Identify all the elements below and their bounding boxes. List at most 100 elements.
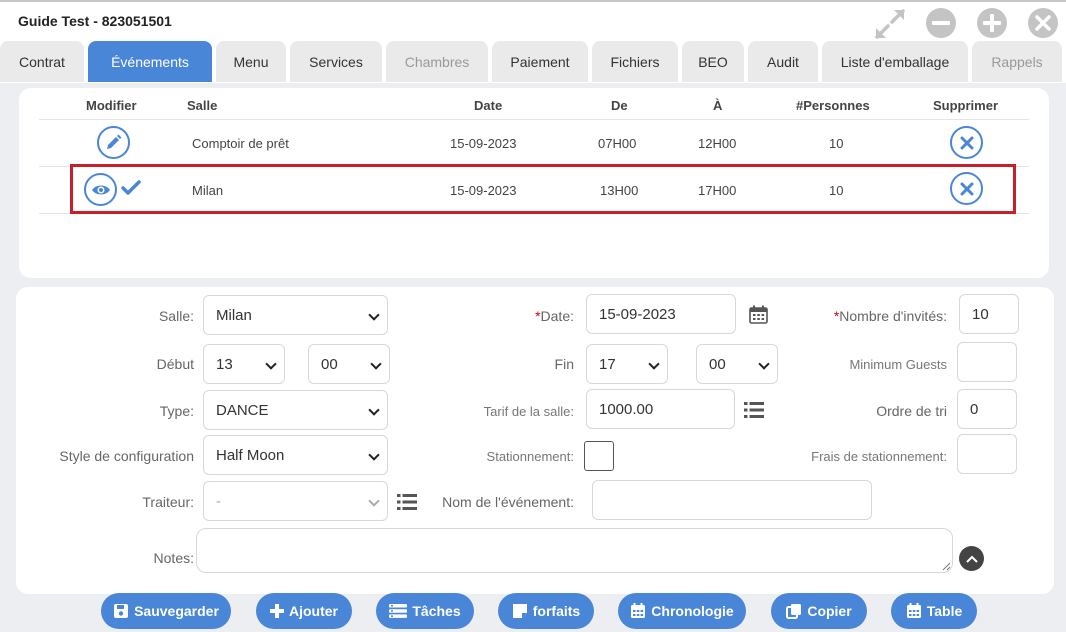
frais-stationnement-label: Frais de stationnement: bbox=[811, 449, 947, 464]
view-event-button[interactable] bbox=[84, 173, 117, 206]
resize-handle-icon[interactable] bbox=[941, 561, 951, 571]
ordre-tri-label: Ordre de tri bbox=[876, 403, 947, 419]
table-button-label: Table bbox=[926, 603, 963, 619]
ajouter-button-label: Ajouter bbox=[289, 603, 338, 619]
checkmark-icon bbox=[121, 180, 141, 195]
cell-salle: Comptoir de prêt bbox=[192, 136, 289, 151]
close-icon bbox=[960, 182, 973, 195]
cell-de: 13H00 bbox=[600, 183, 639, 198]
window-title: Guide Test - 823051501 bbox=[18, 13, 172, 29]
traiteur-select[interactable]: - bbox=[203, 481, 388, 521]
salle-select[interactable]: Milan bbox=[203, 295, 388, 335]
minimum-guests-input[interactable] bbox=[957, 342, 1017, 382]
close-button[interactable] bbox=[1028, 8, 1058, 38]
copier-button-label: Copier bbox=[807, 603, 852, 619]
tab-contrat[interactable]: Contrat bbox=[0, 41, 84, 82]
column-header-personnes: #Personnes bbox=[796, 98, 870, 113]
save-icon bbox=[114, 604, 129, 618]
expand-icon[interactable] bbox=[873, 7, 907, 41]
nombre-invites-input[interactable]: 10 bbox=[959, 294, 1019, 334]
plus-icon bbox=[270, 604, 284, 618]
nom-evenement-label: Nom de l'événement: bbox=[442, 494, 574, 510]
notes-label: Notes: bbox=[153, 550, 194, 566]
tab-paiement[interactable]: Paiement bbox=[492, 41, 588, 82]
close-icon bbox=[960, 136, 973, 149]
close-icon bbox=[1035, 15, 1051, 31]
list-icon[interactable] bbox=[744, 401, 764, 419]
plus-icon bbox=[983, 14, 1001, 32]
ajouter-button[interactable]: Ajouter bbox=[256, 593, 352, 629]
stationnement-checkbox[interactable] bbox=[584, 441, 614, 471]
type-select[interactable]: DANCE bbox=[203, 390, 388, 430]
date-input[interactable]: 15-09-2023 bbox=[586, 294, 736, 334]
nom-evenement-input[interactable] bbox=[592, 480, 872, 520]
salle-label: Salle: bbox=[158, 308, 194, 324]
style-configuration-select[interactable]: Half Moon bbox=[203, 435, 388, 475]
column-header-modifier: Modifier bbox=[86, 98, 137, 113]
cell-a: 17H00 bbox=[698, 183, 737, 198]
tab-rappels[interactable]: Rappels bbox=[972, 41, 1062, 82]
fin-hour-select[interactable]: 17 bbox=[586, 344, 668, 384]
eye-icon bbox=[91, 185, 110, 194]
tab-audit[interactable]: Audit bbox=[748, 41, 818, 82]
cell-de: 07H00 bbox=[598, 136, 637, 151]
cell-a: 12H00 bbox=[698, 136, 737, 151]
delete-event-button[interactable] bbox=[950, 172, 983, 205]
debut-minute-select[interactable]: 00 bbox=[308, 344, 390, 384]
nombre-invites-label-text: Nombre d'invités: bbox=[839, 308, 947, 324]
style-configuration-label: Style de configuration bbox=[59, 448, 194, 464]
maximize-button[interactable] bbox=[977, 8, 1007, 38]
chronologie-button[interactable]: Chronologie bbox=[618, 593, 746, 629]
fin-label: Fin bbox=[554, 356, 574, 372]
tab-liste-emballage[interactable]: Liste d'emballage bbox=[822, 41, 968, 82]
taches-button-label: Tâches bbox=[412, 603, 461, 619]
type-label: Type: bbox=[159, 403, 194, 419]
tab-services[interactable]: Services bbox=[290, 41, 382, 82]
scroll-top-button[interactable] bbox=[959, 546, 984, 571]
delete-event-button[interactable] bbox=[950, 126, 983, 159]
window-titlebar: Guide Test - 823051501 bbox=[0, 0, 1066, 40]
tab-fichiers[interactable]: Fichiers bbox=[592, 41, 678, 82]
chevron-up-icon bbox=[965, 555, 978, 563]
tab-beo[interactable]: BEO bbox=[682, 41, 744, 82]
pencil-icon bbox=[107, 134, 122, 149]
minimize-button[interactable] bbox=[926, 8, 956, 38]
column-header-de: De bbox=[611, 98, 628, 113]
frais-stationnement-input[interactable] bbox=[957, 434, 1017, 474]
date-label: *Date: bbox=[490, 308, 574, 324]
tab-chambres[interactable]: Chambres bbox=[386, 41, 488, 82]
fin-minute-select[interactable]: 00 bbox=[696, 344, 778, 384]
minimum-guests-label: Minimum Guests bbox=[849, 357, 947, 372]
tarif-salle-label: Tarif de la salle: bbox=[483, 404, 574, 419]
copier-button[interactable]: Copier bbox=[771, 593, 867, 629]
edit-event-button[interactable] bbox=[97, 126, 130, 159]
ordre-tri-input[interactable]: 0 bbox=[957, 389, 1017, 429]
note-icon bbox=[512, 604, 527, 618]
nombre-invites-label: *Nombre d'invités: bbox=[780, 308, 947, 324]
tasks-icon bbox=[389, 604, 408, 618]
tarif-salle-input[interactable]: 1000.00 bbox=[586, 389, 735, 429]
table-button[interactable]: Table bbox=[891, 593, 977, 629]
column-header-date: Date bbox=[474, 98, 503, 113]
sauvegarder-button[interactable]: Sauvegarder bbox=[101, 593, 231, 629]
cell-date: 15-09-2023 bbox=[450, 183, 517, 198]
tab-evenements[interactable]: Événements bbox=[88, 41, 212, 82]
date-label-text: Date: bbox=[540, 308, 574, 324]
stationnement-label: Stationnement: bbox=[486, 449, 574, 464]
cell-personnes: 10 bbox=[829, 136, 844, 151]
traiteur-label: Traiteur: bbox=[142, 494, 194, 510]
forfaits-button[interactable]: forfaits bbox=[498, 593, 594, 629]
list-icon[interactable] bbox=[397, 493, 417, 511]
taches-button[interactable]: Tâches bbox=[376, 593, 474, 629]
calendar-icon bbox=[631, 603, 646, 618]
tab-menu[interactable]: Menu bbox=[216, 41, 286, 82]
forfaits-button-label: forfaits bbox=[532, 603, 581, 619]
chronologie-button-label: Chronologie bbox=[651, 603, 734, 619]
calendar-icon[interactable] bbox=[749, 305, 768, 324]
sauvegarder-button-label: Sauvegarder bbox=[134, 603, 219, 619]
debut-hour-select[interactable]: 13 bbox=[203, 344, 285, 384]
cell-date: 15-09-2023 bbox=[450, 136, 517, 151]
notes-textarea[interactable] bbox=[196, 528, 953, 573]
column-header-salle: Salle bbox=[187, 98, 218, 113]
copy-icon bbox=[786, 604, 802, 619]
